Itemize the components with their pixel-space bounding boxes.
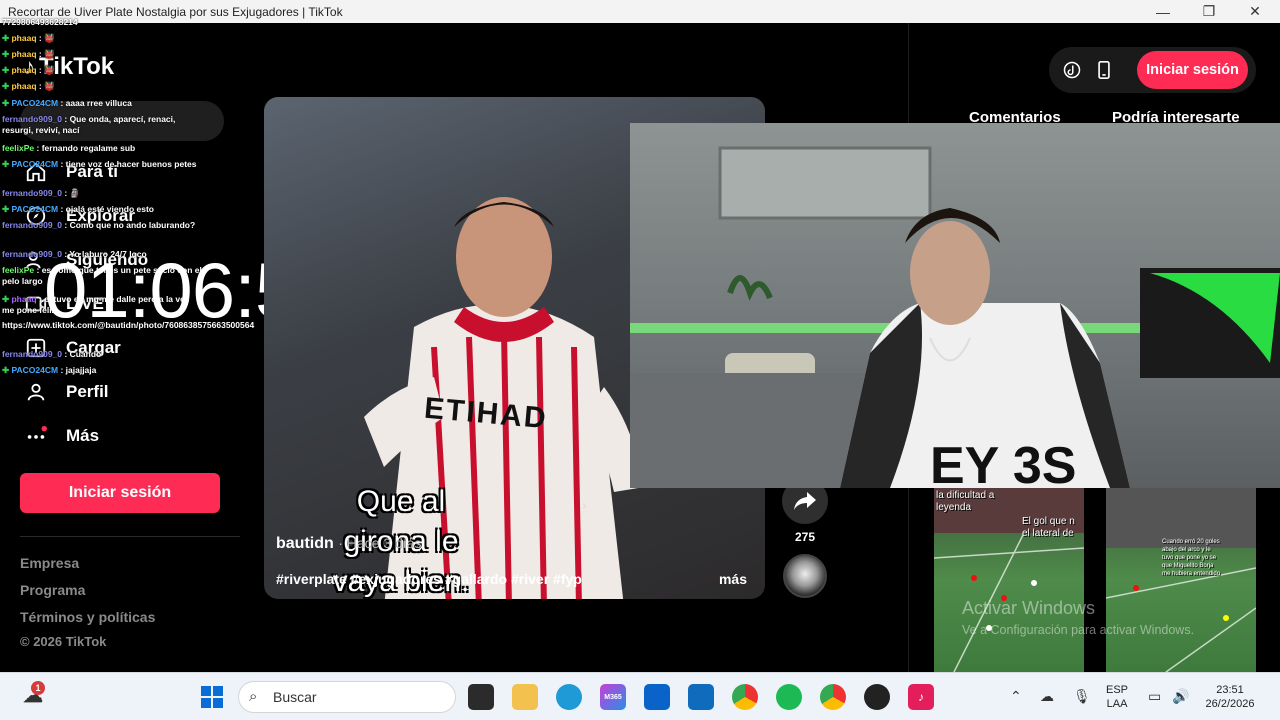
maximize-button[interactable]: ❐ bbox=[1186, 0, 1232, 23]
spotify-icon[interactable] bbox=[776, 684, 802, 710]
chat-line: fernando909_0 : Que onda, aparecí, renac… bbox=[2, 114, 176, 135]
thumb-text: El gol que n el lateral de bbox=[1022, 516, 1075, 539]
nav-label: Perfil bbox=[66, 382, 109, 401]
network-icon[interactable]: ▭ bbox=[1148, 688, 1161, 705]
obs-icon[interactable] bbox=[864, 684, 890, 710]
chrome-profile-icon[interactable] bbox=[820, 684, 846, 710]
thumb-text: la dificultad a leyenda bbox=[936, 490, 995, 513]
copyright: © 2026 TikTok bbox=[20, 634, 107, 649]
search-icon: ⌕ bbox=[249, 688, 258, 705]
start-icon[interactable] bbox=[199, 684, 225, 710]
tiktok-page: ♪ TikTok Para ti Explorar Siguiendo LIVE… bbox=[0, 17, 1280, 672]
nav-item-mas[interactable]: Más bbox=[24, 421, 99, 451]
chat-line: 7729806493628214 bbox=[2, 17, 78, 27]
header-login-button[interactable]: Iniciar sesión bbox=[1137, 51, 1248, 89]
tiktok-coin-icon[interactable] bbox=[1061, 59, 1083, 81]
chat-line: ✚ PACO24CM : aaaa rree villuca bbox=[2, 98, 132, 108]
video-author[interactable]: bautidn · Hace 3 días bbox=[276, 535, 421, 553]
chat-line: fernando909_0 : Cuando bbox=[2, 349, 102, 359]
chat-line: ✚ phaaq : 👹 bbox=[2, 65, 55, 75]
file-explorer-icon[interactable] bbox=[512, 684, 538, 710]
tiktok-app-icon[interactable]: ♪ bbox=[908, 684, 934, 710]
chrome-icon[interactable] bbox=[732, 684, 758, 710]
taskbar-search-input[interactable]: ⌕ Buscar bbox=[238, 681, 456, 713]
chat-line: fernando909_0 : 🗿 bbox=[2, 188, 81, 198]
webcam-overlay: EY 3S bbox=[630, 123, 1280, 488]
chat-line: ✚ phaaq : 👹 bbox=[2, 49, 55, 59]
thumb-text: Cuando erró 20 goles abajo del arco y le… bbox=[1162, 539, 1221, 577]
language-indicator[interactable]: ESP LAA bbox=[1106, 683, 1128, 711]
webcam-scene: EY 3S bbox=[630, 146, 1280, 488]
chat-line: fernando909_0 : Como que no ando laburan… bbox=[2, 220, 196, 230]
notification-badge: 1 bbox=[31, 681, 45, 695]
footer-link-empresa[interactable]: Empresa bbox=[20, 555, 79, 571]
more-icon bbox=[24, 424, 48, 448]
nav-item-perfil[interactable]: Perfil bbox=[24, 377, 109, 407]
header-actions: Iniciar sesión bbox=[1049, 47, 1256, 93]
chat-line: ✚ phaaq : 👹 bbox=[2, 33, 55, 43]
clock[interactable]: 23:51 26/2/2026 bbox=[1200, 683, 1260, 711]
thumb-pitch bbox=[1106, 488, 1256, 672]
footer-link-terminos[interactable]: Términos y políticas bbox=[20, 609, 155, 625]
windows-activation-watermark: Activar Windows Ve a Configuración para … bbox=[962, 598, 1195, 637]
more-link[interactable]: más bbox=[719, 571, 747, 587]
phone-icon[interactable] bbox=[1093, 59, 1115, 81]
chevron-up-icon[interactable]: ⌃ bbox=[1010, 688, 1022, 705]
windows-taskbar: ☁ 1 ⌕ Buscar M365 ♪ ⌃ ☁ 🎙 ESP LAA ▭ 🔊 23… bbox=[0, 672, 1280, 720]
suggested-video-1[interactable]: la dificultad a leyenda El gol que n el … bbox=[934, 488, 1084, 672]
outlook-icon[interactable] bbox=[688, 684, 714, 710]
close-button[interactable]: ✕ bbox=[1232, 0, 1278, 23]
chat-line: ✚ PACO24CM : jajajjaja bbox=[2, 365, 97, 375]
microphone-icon[interactable]: 🎙 bbox=[1073, 688, 1091, 705]
sidebar-login-button[interactable]: Iniciar sesión bbox=[20, 473, 220, 513]
minimize-button[interactable]: — bbox=[1140, 0, 1186, 23]
nav-label: Más bbox=[66, 426, 100, 445]
suggested-video-2[interactable]: Cuando erró 20 goles abajo del arco y le… bbox=[1106, 488, 1256, 672]
chat-line: ✚ PACO24CM : tiene voz de hacer buenos p… bbox=[2, 159, 197, 169]
footer-link-programa[interactable]: Programa bbox=[20, 582, 85, 598]
task-view-icon[interactable] bbox=[468, 684, 494, 710]
m365-icon[interactable]: M365 bbox=[600, 684, 626, 710]
share-icon bbox=[794, 492, 816, 510]
store-icon[interactable] bbox=[644, 684, 670, 710]
sound-avatar[interactable] bbox=[783, 554, 827, 598]
chat-line: feelixPe : fernando regalame sub bbox=[2, 143, 136, 153]
cloud-icon[interactable]: ☁ bbox=[1040, 688, 1054, 705]
edge-icon[interactable] bbox=[556, 684, 582, 710]
chevron-right-icon[interactable]: › bbox=[582, 497, 587, 513]
profile-icon bbox=[24, 380, 48, 404]
share-count: 275 bbox=[794, 530, 816, 544]
chat-line: ✚ PACO24CM : ojalá esté viendo esto bbox=[2, 204, 154, 214]
chat-line: ✚ phaaq : 👹 bbox=[2, 81, 55, 91]
sidebar-divider bbox=[20, 536, 240, 537]
volume-icon[interactable]: 🔊 bbox=[1172, 688, 1189, 705]
svg-text:EY 3S: EY 3S bbox=[930, 437, 1076, 488]
video-hashtags[interactable]: #riverplate #exjugadores #gallardo #rive… bbox=[276, 571, 582, 587]
